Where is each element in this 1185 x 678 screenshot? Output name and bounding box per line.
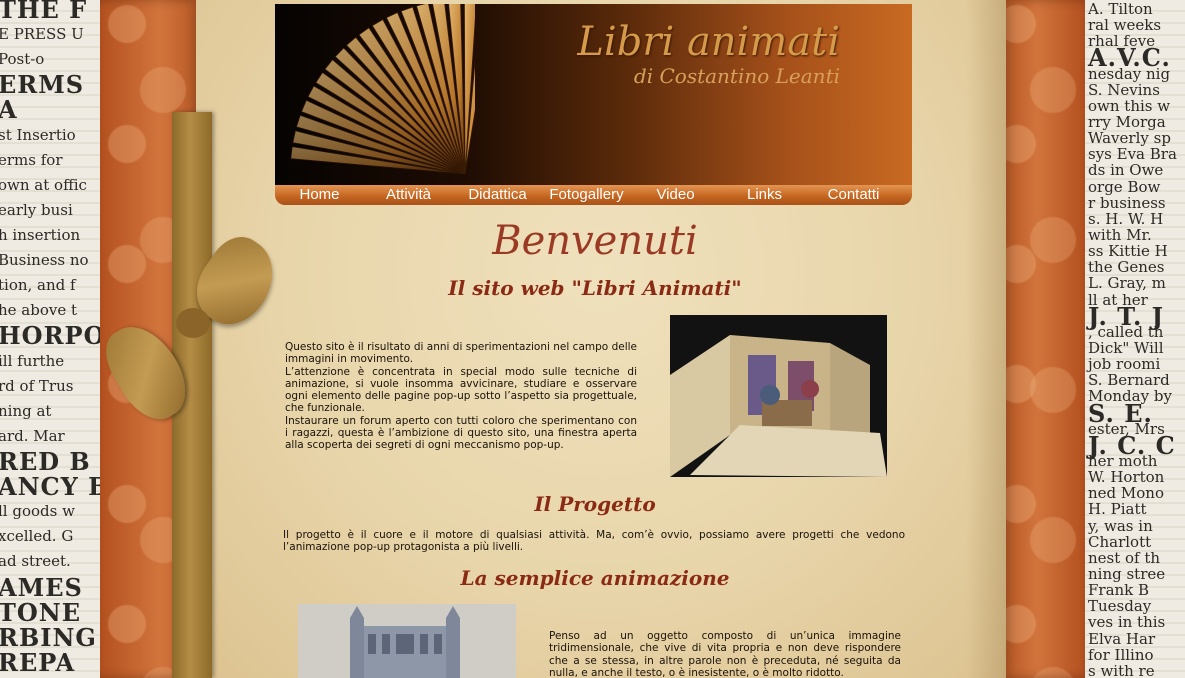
newspaper-text-line: rry Morga bbox=[1088, 113, 1166, 131]
newspaper-text-line: RBING A bbox=[0, 623, 110, 652]
newspaper-background-right: A. Tilton ral weeks rhal feve A.V.C. nesday … bbox=[1080, 0, 1185, 678]
simple-animation-text: Penso ad un oggetto composto di un’unica… bbox=[549, 630, 901, 678]
newspaper-text-line: erms for bbox=[0, 151, 63, 169]
newspaper-text-line: the Genes bbox=[1088, 258, 1165, 276]
newspaper-text-line: Business no bbox=[0, 251, 89, 269]
newspaper-text-line: TONE bbox=[0, 598, 81, 627]
page-root: THE FE PRESS U Post-o ERMS Ast Insertio erms… bbox=[0, 0, 1185, 678]
newspaper-text-line: st Insertio bbox=[0, 126, 76, 144]
popup-book-photo bbox=[670, 315, 887, 477]
newspaper-text-line: ll goods w bbox=[0, 502, 75, 520]
newspaper-text-line: , called th bbox=[1088, 323, 1164, 341]
newspaper-text-line: orge Bow bbox=[1088, 178, 1161, 196]
newspaper-text-line: J. T. J bbox=[1088, 302, 1165, 331]
newspaper-text-line: ad street. bbox=[0, 552, 71, 570]
newspaper-text-line: Tuesday bbox=[1088, 597, 1152, 615]
newspaper-text-line: Frank B bbox=[1088, 581, 1150, 599]
simple-animation-heading: La semplice animazione bbox=[460, 566, 730, 590]
newspaper-text-line: ANCY B bbox=[0, 472, 110, 501]
newspaper-text-line: HORPO bbox=[0, 321, 106, 350]
nav-item-home[interactable]: Home bbox=[275, 186, 364, 204]
newspaper-text-line: he above t bbox=[0, 301, 78, 319]
main-navigation: Home Attività Didattica Fotogallery Vide… bbox=[275, 185, 912, 205]
newspaper-background-left: THE FE PRESS U Post-o ERMS Ast Insertio erms… bbox=[0, 0, 110, 678]
newspaper-text-line: A. Tilton bbox=[1088, 0, 1153, 18]
newspaper-text-line: ves in this bbox=[1088, 613, 1166, 631]
nav-item-didattica[interactable]: Didattica bbox=[453, 186, 542, 204]
newspaper-text-line: s with re bbox=[1088, 662, 1155, 678]
newspaper-text-line: J. C. C bbox=[1088, 431, 1176, 460]
newspaper-text-line: tion, and f bbox=[0, 276, 76, 294]
newspaper-text-line: r business bbox=[1088, 194, 1166, 212]
cathedral-popup-photo bbox=[298, 604, 516, 678]
newspaper-text-line: REPA bbox=[0, 648, 76, 677]
newspaper-text-line: H. Piatt bbox=[1088, 500, 1147, 518]
newspaper-text-line: RED B bbox=[0, 447, 91, 476]
newspaper-text-line: AMES bbox=[0, 573, 83, 602]
newspaper-text-line: ning stree bbox=[1088, 565, 1166, 583]
nav-item-fotogallery[interactable]: Fotogallery bbox=[542, 186, 631, 204]
intro-paragraph: Instaurare un forum aperto con tutti col… bbox=[285, 414, 637, 452]
header-banner: Libri animati di Costantino Leanti bbox=[275, 4, 912, 185]
newspaper-text-line: Dick" Will bbox=[1088, 339, 1164, 357]
newspaper-text-line: ERMS bbox=[0, 70, 85, 99]
newspaper-text-line: for Illino bbox=[1088, 646, 1154, 664]
newspaper-text-line: ard. Mar bbox=[0, 427, 65, 445]
newspaper-text-line: Charlott bbox=[1088, 533, 1152, 551]
newspaper-text-line: early busi bbox=[0, 201, 73, 219]
newspaper-text-line: A bbox=[0, 95, 18, 124]
newspaper-text-line: ds in Owe bbox=[1088, 161, 1164, 179]
popup-book-image bbox=[670, 315, 887, 477]
intro-paragraph: Questo sito è il risultato di anni di sp… bbox=[285, 341, 637, 366]
newspaper-text-line: h insertion bbox=[0, 226, 81, 244]
newspaper-text-line: L. Gray, m bbox=[1088, 274, 1166, 292]
newspaper-text-line: with Mr. bbox=[1088, 226, 1152, 244]
newspaper-text-line: s. H. W. H bbox=[1088, 210, 1164, 228]
newspaper-text-line: y, was in bbox=[1088, 517, 1153, 535]
newspaper-text-line: ill furthe bbox=[0, 352, 65, 370]
newspaper-text-line: job roomi bbox=[1088, 355, 1161, 373]
project-heading: Il Progetto bbox=[534, 492, 656, 516]
nav-item-links[interactable]: Links bbox=[720, 186, 809, 204]
newspaper-text-line: ning at bbox=[0, 402, 52, 420]
ribbon-knot bbox=[176, 308, 210, 338]
newspaper-text-line: S. E. bbox=[1088, 399, 1153, 428]
newspaper-text-line: E PRESS U bbox=[0, 25, 84, 43]
site-section-heading: Il sito web "Libri Animati" bbox=[448, 276, 742, 300]
newspaper-text-line: nesday nig bbox=[1088, 65, 1171, 83]
newspaper-text-line: S. Nevins bbox=[1088, 81, 1160, 99]
newspaper-text-line: W. Horton bbox=[1088, 468, 1165, 486]
nav-item-contatti[interactable]: Contatti bbox=[809, 186, 898, 204]
intro-text: Questo sito è il risultato di anni di sp… bbox=[285, 341, 637, 452]
cathedral-image bbox=[298, 604, 516, 678]
newspaper-text-line: Post-o bbox=[0, 50, 45, 68]
newspaper-text-line: her moth bbox=[1088, 452, 1158, 470]
newspaper-text-line: A.V.C. bbox=[1088, 43, 1171, 72]
intro-paragraph: L’attenzione è concentrata in special mo… bbox=[285, 365, 637, 415]
welcome-heading: Benvenuti bbox=[492, 218, 698, 264]
newspaper-text-line: THE F bbox=[0, 0, 88, 24]
project-text: Il progetto è il cuore e il motore di qu… bbox=[283, 529, 905, 554]
newspaper-text-line: xcelled. G bbox=[0, 527, 74, 545]
newspaper-text-line: ned Mono bbox=[1088, 484, 1164, 502]
newspaper-text-line: ral weeks bbox=[1088, 16, 1162, 34]
site-title: Libri animati bbox=[577, 19, 840, 65]
newspaper-text-line: rd of Trus bbox=[0, 377, 74, 395]
nav-item-video[interactable]: Video bbox=[631, 186, 720, 204]
newspaper-text-line: nest of th bbox=[1088, 549, 1161, 567]
newspaper-text-line: ss Kittie H bbox=[1088, 242, 1168, 260]
site-subtitle: di Costantino Leanti bbox=[633, 64, 840, 88]
newspaper-text-line: own this w bbox=[1088, 97, 1171, 115]
newspaper-text-line: own at offic bbox=[0, 176, 87, 194]
newspaper-text-line: S. Bernard bbox=[1088, 371, 1170, 389]
newspaper-text-line: Elva Har bbox=[1088, 630, 1156, 648]
newspaper-text-line: Waverly sp bbox=[1088, 129, 1171, 147]
newspaper-text-line: sys Eva Bra bbox=[1088, 145, 1177, 163]
nav-item-attivita[interactable]: Attività bbox=[364, 186, 453, 204]
